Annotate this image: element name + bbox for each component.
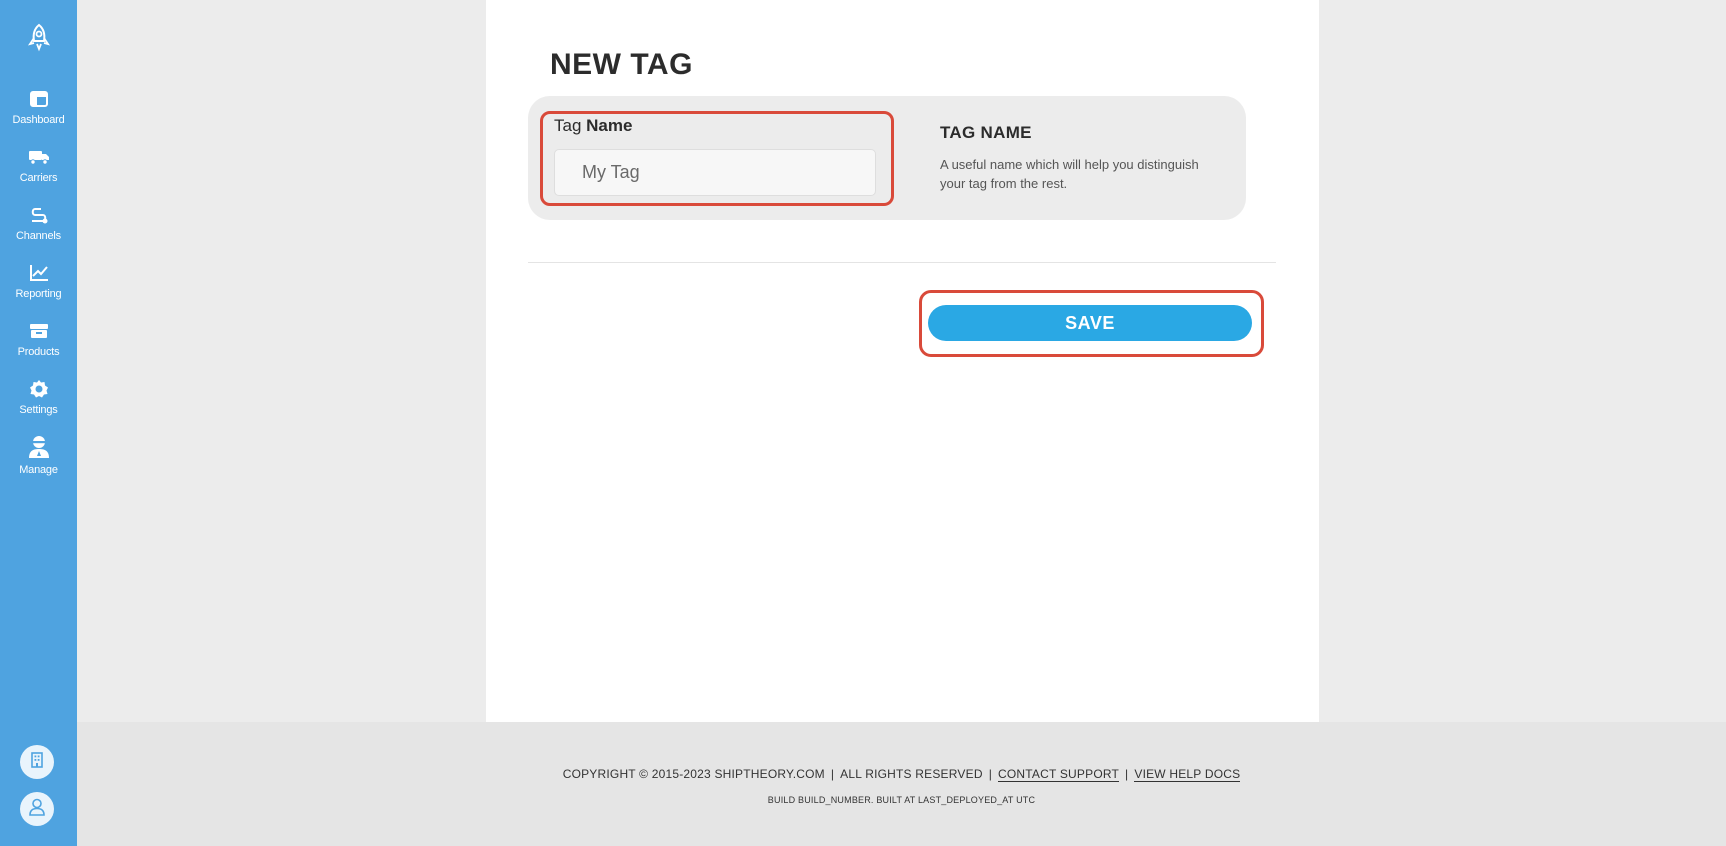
sidebar-item-manage[interactable]: Manage [0,434,77,486]
building-button[interactable] [20,745,54,779]
dashboard-icon [29,88,48,110]
archive-box-icon [29,320,49,342]
route-icon [29,204,49,226]
sidebar-item-label: Products [17,346,60,358]
sidebar-item-label: Reporting [15,288,62,300]
sidebar-item-label: Channels [16,230,61,242]
tag-name-label-bold: Name [586,116,633,135]
sidebar-item-products[interactable]: Products [0,320,77,372]
line-chart-icon [29,262,49,284]
sidebar-item-dashboard[interactable]: Dashboard [0,88,77,140]
sidebar: Dashboard Carriers Channels Reporting Pr… [0,0,77,846]
help-docs-link[interactable]: VIEW HELP DOCS [1134,767,1241,782]
build-info: BUILD BUILD_NUMBER. BUILT AT LAST_DEPLOY… [767,795,1036,805]
contact-support-link[interactable]: CONTACT SUPPORT [998,767,1120,782]
copyright-text: COPYRIGHT © 2015-2023 SHIPTHEORY.COM [562,767,825,781]
gear-icon [29,378,49,400]
footer: COPYRIGHT © 2015-2023 SHIPTHEORY.COM | ALL… [77,722,1726,846]
help-text: A useful name which will help you distin… [940,157,1199,191]
tag-name-input[interactable] [554,149,876,196]
sidebar-item-label: Manage [19,464,58,476]
divider [528,262,1276,263]
user-manage-icon [28,434,50,460]
main-content: NEW TAG Tag Name TAG NAME A useful name … [486,0,1319,722]
page-title: NEW TAG [550,48,693,81]
user-profile-icon [29,798,45,821]
rights-text: ALL RIGHTS RESERVED [840,767,983,781]
sidebar-item-label: Dashboard [12,114,65,126]
help-title: TAG NAME [940,123,1032,142]
user-profile-button[interactable] [20,792,54,826]
truck-icon [28,146,50,168]
sidebar-item-label: Settings [19,404,58,416]
tag-name-label-prefix: Tag [554,116,582,135]
sidebar-item-reporting[interactable]: Reporting [0,262,77,314]
save-button[interactable]: SAVE [928,305,1252,341]
sidebar-item-carriers[interactable]: Carriers [0,146,77,198]
rocket-logo-icon[interactable] [0,20,77,56]
building-icon [30,751,44,773]
sidebar-item-label: Carriers [19,172,58,184]
sidebar-item-settings[interactable]: Settings [0,378,77,430]
tag-name-label: Tag Name [554,116,632,136]
sidebar-item-channels[interactable]: Channels [0,204,77,256]
footer-links: COPYRIGHT © 2015-2023 SHIPTHEORY.COM | ALL… [562,767,1241,782]
